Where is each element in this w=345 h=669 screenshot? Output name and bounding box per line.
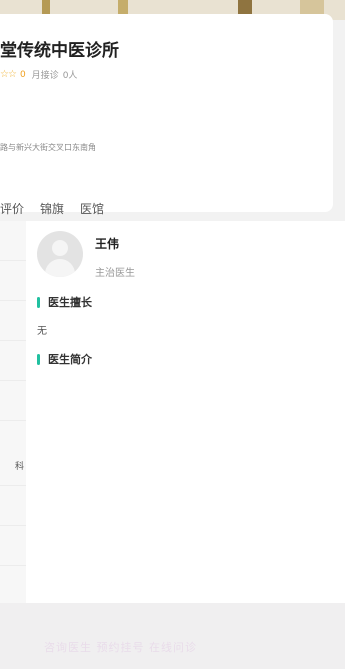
tab-clinic[interactable]: 医馆 (80, 200, 104, 217)
doctor-card: 科 王伟 主治医生 医生擅长 无 医生简介 (0, 221, 345, 603)
department-sidebar: 科 (0, 221, 26, 603)
star-icon: ☆☆ (0, 69, 17, 80)
sidebar-item[interactable] (0, 381, 26, 421)
avatar-head-shape (52, 240, 68, 256)
sidebar-item[interactable] (0, 526, 26, 566)
footer-text: 咨询医生 预约挂号 在线问诊 (44, 641, 197, 654)
clinic-tabs: 评价 锦旗 医馆 (0, 200, 120, 217)
avatar-body-shape (45, 259, 75, 277)
doctor-name: 王伟 (95, 237, 120, 251)
doctor-avatar (37, 231, 83, 277)
rating-score: 0 (19, 69, 26, 80)
footer-bar: 咨询医生 预约挂号 在线问诊 (0, 603, 345, 669)
sidebar-item[interactable] (0, 341, 26, 381)
sidebar-item[interactable]: 科 (0, 446, 26, 486)
specialty-heading: 医生擅长 (37, 294, 92, 310)
monthly-label: 月接诊 (31, 71, 59, 81)
tab-banners[interactable]: 锦旗 (40, 200, 64, 217)
rating-row: ☆☆ 0 月接诊 0人 (0, 68, 77, 81)
specialty-text: 无 (37, 326, 47, 337)
clinic-info-card: 堂传统中医诊所 ☆☆ 0 月接诊 0人 路与新兴大街交叉口东南角 评价 锦旗 医… (0, 14, 333, 216)
tab-reviews[interactable]: 评价 (0, 200, 24, 217)
clinic-name: 堂传统中医诊所 (0, 41, 119, 61)
section-marker-icon (37, 353, 40, 365)
section-marker-icon (37, 296, 40, 308)
sidebar-item[interactable] (0, 486, 26, 526)
doctor-title: 主治医生 (95, 268, 135, 279)
intro-heading: 医生简介 (37, 351, 92, 367)
clinic-address: 路与新兴大街交叉口东南角 (0, 143, 96, 152)
sidebar-item[interactable] (0, 261, 26, 301)
sidebar-item[interactable] (0, 301, 26, 341)
sidebar-item[interactable] (0, 221, 26, 261)
monthly-count: 0人 (62, 71, 78, 81)
